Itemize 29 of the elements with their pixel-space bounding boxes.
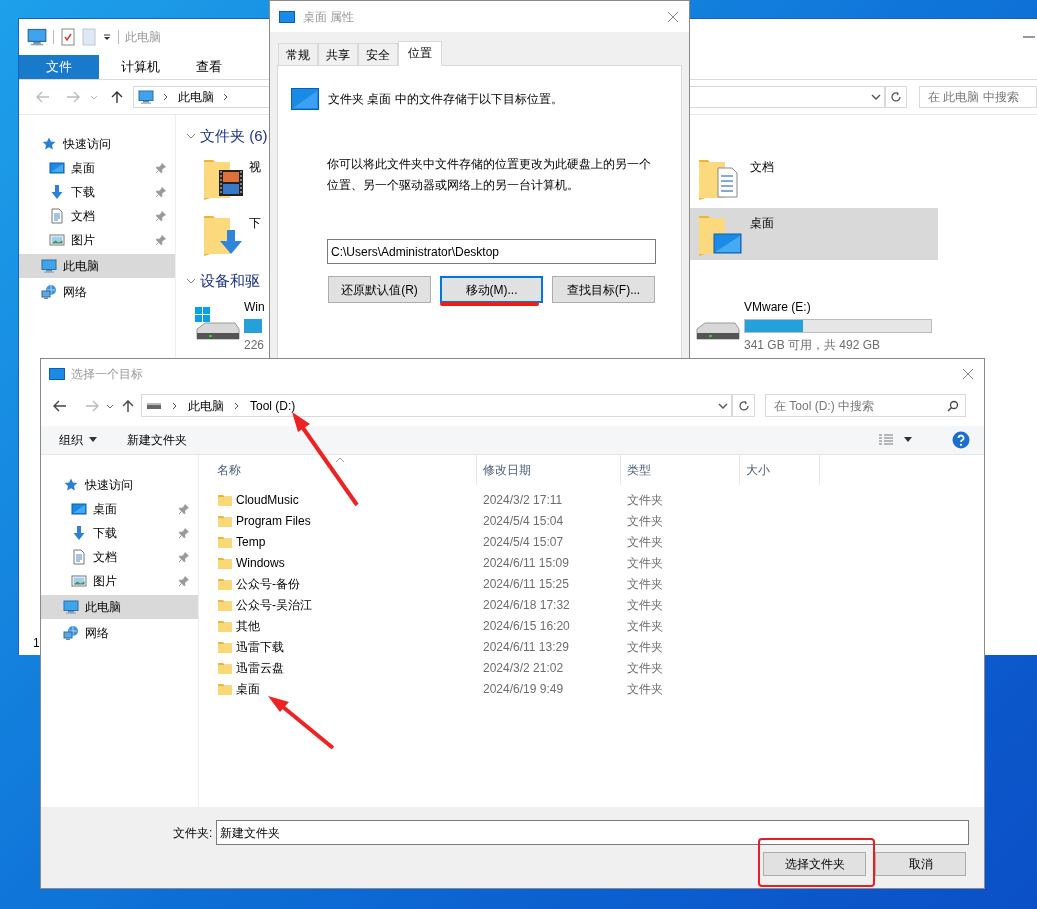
file-type: 文件夹	[626, 575, 663, 593]
dialog-title: 选择一个目标	[71, 366, 143, 383]
drive-space: 341 GB 可用，共 492 GB	[744, 337, 882, 354]
modified-date: 2024/6/15 16:20	[482, 617, 571, 635]
file-type: 文件夹	[626, 554, 663, 572]
heading-text: 文件夹 桌面 中的文件存储于以下目标位置。	[328, 91, 563, 108]
modified-date: 2024/3/2 21:02	[482, 659, 565, 677]
file-type: 文件夹	[626, 533, 663, 551]
modified-date: 2024/6/18 17:32	[482, 596, 571, 614]
modified-date: 2024/6/11 13:29	[482, 638, 570, 656]
description-text: 你可以将此文件夹中文件存储的位置更改为此硬盘上的另一个位置、另一个驱动器或网络上的另一台计算机。	[327, 156, 652, 194]
modified-date: 2024/5/4 15:07	[482, 533, 565, 551]
dialog-title: 桌面 属性	[303, 8, 355, 26]
field-label: 文件夹:	[173, 824, 213, 842]
modified-date: 2024/6/11 15:25	[482, 575, 570, 593]
file-type: 文件夹	[626, 512, 663, 530]
file-type: 文件夹	[626, 680, 663, 698]
file-type: 文件夹	[626, 596, 663, 614]
window-title: 此电脑	[125, 29, 161, 46]
modified-date: 2024/6/19 9:49	[482, 680, 565, 698]
file-type: 文件夹	[626, 638, 663, 656]
file-type: 文件夹	[626, 491, 663, 509]
file-type: 文件夹	[626, 617, 663, 635]
modified-date: 2024/3/2 17:11	[482, 491, 564, 509]
modified-date: 2024/6/11 15:09	[482, 554, 570, 572]
status-text: 1	[33, 635, 40, 652]
file-type: 文件夹	[626, 659, 663, 677]
modified-date: 2024/5/4 15:04	[482, 512, 565, 530]
drive-space: 226	[244, 337, 265, 354]
